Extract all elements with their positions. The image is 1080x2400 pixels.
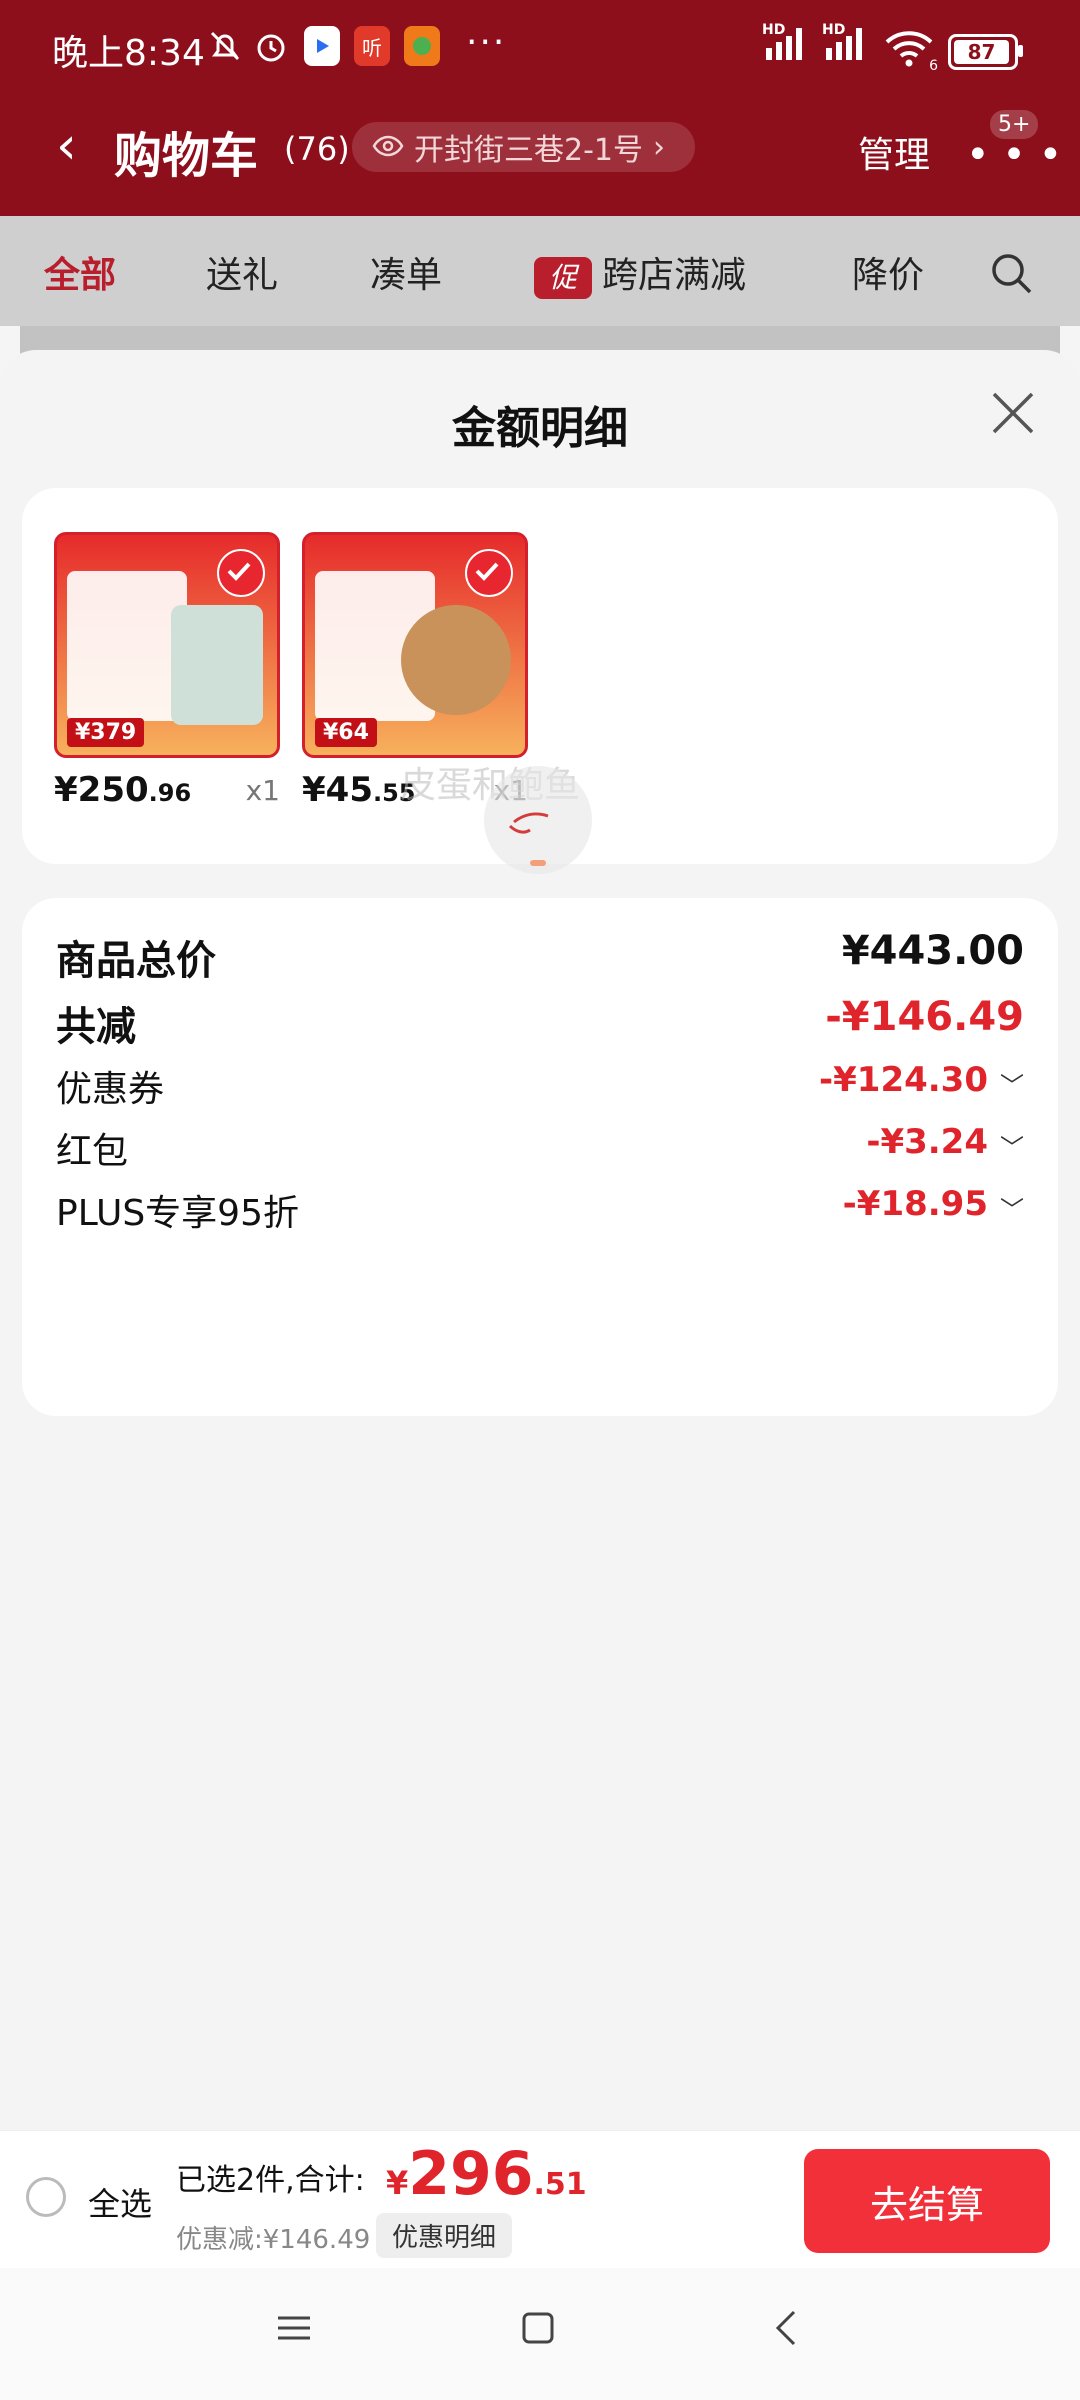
cat-food-bag <box>171 605 263 725</box>
chevron-right-icon: › <box>653 129 665 165</box>
system-nav-bar <box>0 2268 1080 2400</box>
selected-check-icon <box>217 549 265 597</box>
red-packet-value: -¥3.24 <box>866 1122 988 1162</box>
chevron-down-icon: ﹀ <box>1000 1134 1024 1162</box>
status-time: 晚上8:34 <box>52 33 205 74</box>
status-bar: 晚上8:34 听 ··· HD HD 6 87 <box>0 0 1080 100</box>
chevron-down-icon: ﹀ <box>1000 1196 1024 1224</box>
eye-icon <box>372 130 404 165</box>
coupon-value: -¥124.30 <box>819 1060 988 1100</box>
signal-2-icon: HD <box>822 22 862 60</box>
product-qty: x1 <box>245 774 280 807</box>
loading-spinner-icon <box>484 766 592 874</box>
tab-price-drop[interactable]: 降价 <box>852 246 924 298</box>
battery-icon: 87 <box>948 34 1023 70</box>
listen-app-icon: 听 <box>354 26 390 66</box>
selected-info: 已选2件,合计: <box>176 2163 365 2198</box>
select-all-label[interactable]: 全选 <box>88 2179 152 2225</box>
product-item[interactable]: ¥379 ¥250.96 x1 <box>54 532 280 810</box>
video-app-icon <box>304 26 340 66</box>
checkout-button[interactable]: 去结算 <box>804 2149 1050 2253</box>
discount-detail-button[interactable]: 优惠明细 <box>376 2213 513 2258</box>
tab-gift[interactable]: 送礼 <box>206 246 278 298</box>
sheet-title: 金额明细 <box>452 403 628 454</box>
checkout-bar: 全选 已选2件,合计: ¥296.51 优惠减:¥146.49 优惠明细 去结算 <box>0 2130 1080 2269</box>
goods-total-value: ¥443.00 <box>841 928 1024 974</box>
alarm-icon <box>252 26 290 66</box>
discount-text: 优惠减:¥146.49 <box>176 2225 371 2255</box>
product-tag: ¥379 <box>67 718 145 747</box>
cart-header: ‹ 购物车 (76) 开封街三巷2-1号 › 管理 • • • 5+ <box>0 110 1080 210</box>
back-nav-icon[interactable] <box>768 2308 808 2352</box>
address-text: 开封街三巷2-1号 <box>414 133 643 168</box>
product-image: ¥64 <box>302 532 528 758</box>
mute-bell-icon <box>206 26 244 66</box>
manage-button[interactable]: 管理 <box>858 126 930 178</box>
message-badge: 5+ <box>990 110 1039 139</box>
back-button[interactable]: ‹ <box>56 116 77 176</box>
tab-bundle[interactable]: 凑单 <box>370 246 442 298</box>
plus-discount-row[interactable]: PLUS专享95折 -¥18.95 ﹀ <box>56 1184 1024 1244</box>
address-selector[interactable]: 开封街三巷2-1号 › <box>352 122 695 172</box>
selected-total: ¥296.51 <box>386 2139 587 2209</box>
product-price: ¥250.96 <box>54 770 192 810</box>
plus-discount-value: -¥18.95 <box>842 1184 988 1224</box>
battery-level: 87 <box>954 40 1009 64</box>
promo-banner <box>67 571 187 721</box>
total-reduction-value: -¥146.49 <box>825 994 1024 1040</box>
tab-cross-store[interactable]: 促跨店满减 <box>534 246 746 299</box>
goods-total-row: 商品总价 ¥443.00 <box>56 928 1024 984</box>
price-summary-card: 商品总价 ¥443.00 共减 -¥146.49 优惠券 -¥124.30 ﹀ … <box>22 898 1058 1416</box>
shopping-app-icon <box>404 26 440 66</box>
product-image: ¥379 <box>54 532 280 758</box>
status-overflow-icon: ··· <box>466 22 507 63</box>
product-tag: ¥64 <box>315 718 377 747</box>
selected-check-icon <box>465 549 513 597</box>
close-icon[interactable] <box>990 390 1036 440</box>
wifi-icon: 6 <box>884 30 938 74</box>
signal-1-icon: HD <box>762 22 802 60</box>
home-icon[interactable] <box>518 2308 558 2352</box>
product-item[interactable]: ¥64 ¥45.55 x1 <box>302 532 528 810</box>
menu-icon[interactable] <box>274 2308 314 2352</box>
amount-detail-sheet: 金额明细 ¥379 ¥250.96 x1 ¥64 ¥45.55 商品总价 ¥44… <box>0 350 1080 2130</box>
red-packet-row[interactable]: 红包 -¥3.24 ﹀ <box>56 1122 1024 1182</box>
puppy-image <box>401 605 511 715</box>
coupon-row[interactable]: 优惠券 -¥124.30 ﹀ <box>56 1060 1024 1120</box>
total-reduction-row: 共减 -¥146.49 <box>56 994 1024 1050</box>
select-all-radio[interactable] <box>26 2177 66 2217</box>
product-price: ¥45.55 <box>302 770 416 810</box>
chevron-down-icon: ﹀ <box>1000 1072 1024 1100</box>
tab-all[interactable]: 全部 <box>44 246 116 298</box>
page-title: 购物车 <box>114 128 259 184</box>
search-icon[interactable] <box>988 250 1034 300</box>
tab-cross-store-label: 跨店满减 <box>602 255 747 296</box>
cart-count: (76) <box>284 130 350 168</box>
promo-icon: 促 <box>534 257 592 299</box>
cart-tabs: 全部 送礼 凑单 促跨店满减 降价 <box>0 216 1080 326</box>
